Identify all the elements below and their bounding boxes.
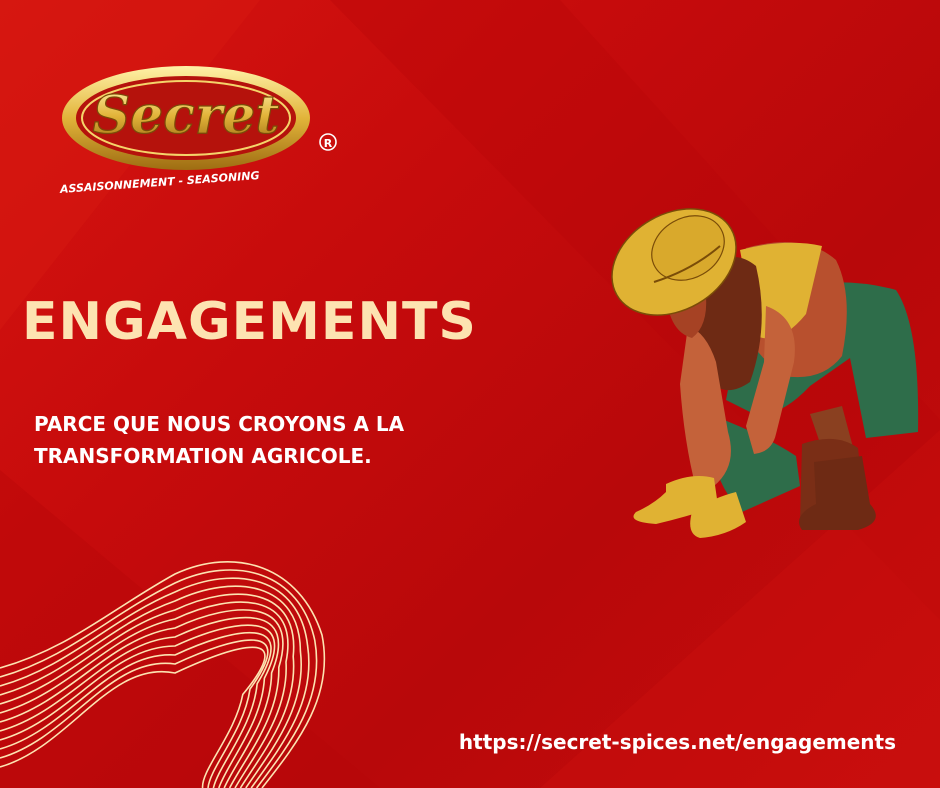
contour-line [0, 569, 318, 788]
website-link[interactable]: https://secret-spices.net/engagements [459, 730, 896, 754]
subtitle-line-1: PARCE QUE NOUS CROYONS A LA [34, 412, 405, 436]
svg-text:Secret: Secret [93, 85, 280, 146]
contour-line [0, 616, 280, 788]
promo-banner: Secret R ASSAISONNEMENT - SEASONING ENGA… [0, 0, 940, 788]
contour-line [0, 646, 266, 788]
headline: ENGAGEMENTS [22, 292, 477, 352]
contour-line [0, 609, 284, 788]
subtitle-line-2: TRANSFORMATION AGRICOLE. [34, 444, 372, 468]
contour-line [0, 601, 289, 788]
secret-logo: Secret R ASSAISONNEMENT - SEASONING [59, 66, 337, 196]
contour-lines-decoration [0, 561, 326, 788]
svg-text:R: R [324, 137, 333, 150]
svg-text:ASSAISONNEMENT - SEASONING: ASSAISONNEMENT - SEASONING [59, 169, 260, 196]
farmer-planting-icon [611, 208, 919, 538]
subtitle: PARCE QUE NOUS CROYONS A LA TRANSFORMATI… [34, 408, 404, 472]
